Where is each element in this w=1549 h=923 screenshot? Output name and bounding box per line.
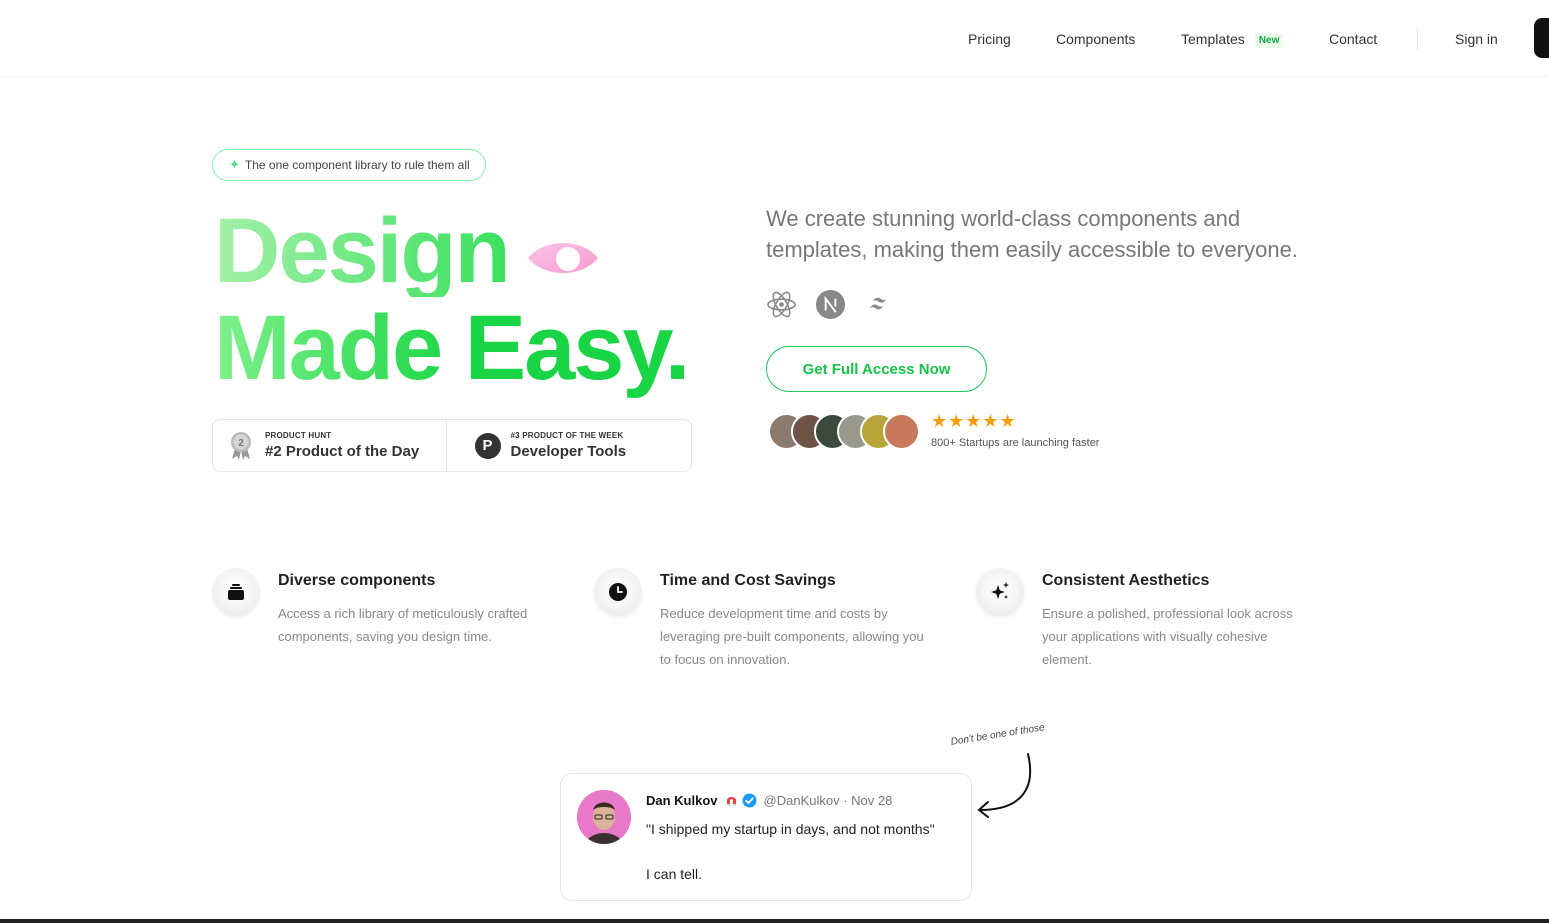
award-product-of-day[interactable]: 2 PRODUCT HUNT #2 Product of the Day xyxy=(213,420,446,471)
testimonial-tweet-card: Dan Kulkov @DanKulkov · Nov 28 "I shippe… xyxy=(560,773,972,901)
award-product-of-week[interactable]: P #3 PRODUCT OF THE WEEK Developer Tools xyxy=(445,420,692,471)
sparkle-icon: ✦ xyxy=(229,157,240,172)
nav-divider xyxy=(1417,28,1418,50)
clock-icon xyxy=(594,568,642,616)
sparkles-icon xyxy=(976,568,1024,616)
headline-line-1: Design xyxy=(214,200,511,302)
feature-desc: Reduce development time and costs by lev… xyxy=(660,606,924,667)
medal-number: 2 xyxy=(238,438,244,449)
feature-desc: Access a rich library of meticulously cr… xyxy=(278,606,528,644)
curved-arrow-icon xyxy=(977,753,1032,818)
tagline-pill: ✦ The one component library to rule them… xyxy=(212,149,486,181)
nav-cta-button[interactable] xyxy=(1534,18,1549,58)
tech-icons-row xyxy=(766,289,895,320)
new-badge: New xyxy=(1254,32,1284,48)
nav-link-templates[interactable]: Templates New xyxy=(1181,31,1284,48)
verified-badge-icon xyxy=(742,793,757,808)
avatar-stack xyxy=(768,413,920,450)
top-nav: Pricing Components Templates New Contact … xyxy=(0,0,1549,77)
rating-stars-icon: ★★★★★ xyxy=(931,411,1017,431)
social-proof-text: 800+ Startups are launching faster xyxy=(931,437,1100,449)
nav-link-contact[interactable]: Contact xyxy=(1329,31,1377,47)
magnet-icon xyxy=(726,797,736,806)
tweet-text: "I shipped my startup in days, and not m… xyxy=(646,821,935,837)
sign-in-link[interactable]: Sign in xyxy=(1455,31,1498,47)
headline-made: Made xyxy=(214,297,443,399)
hero-tagline: We create stunning world-class component… xyxy=(766,206,1298,262)
pill-text: The one component library to rule them a… xyxy=(244,158,470,172)
award-title: Developer Tools xyxy=(510,443,627,460)
react-icon xyxy=(766,289,797,320)
award-label: #3 PRODUCT OF THE WEEK xyxy=(510,431,624,440)
nav-link-pricing[interactable]: Pricing xyxy=(968,31,1011,47)
nav-link-templates-label: Templates xyxy=(1181,31,1245,47)
feature-title: Diverse components xyxy=(278,572,436,589)
tweet-author-name: Dan Kulkov xyxy=(646,793,718,808)
awards-box: 2 PRODUCT HUNT #2 Product of the Day P #… xyxy=(212,419,692,472)
bottom-divider xyxy=(0,919,1549,923)
tailwind-icon xyxy=(864,289,895,320)
nextjs-icon xyxy=(815,289,846,320)
avatar xyxy=(883,413,920,450)
feature-title: Time and Cost Savings xyxy=(660,572,836,589)
headline-easy: Easy. xyxy=(464,297,691,399)
tweet-annotation: Don't be one of those xyxy=(950,722,1046,748)
product-hunt-logo-icon: P xyxy=(474,432,501,459)
headline-line-2: Made Easy. xyxy=(214,302,690,394)
get-full-access-button[interactable]: Get Full Access Now xyxy=(766,346,987,392)
feature-desc: Ensure a polished, professional look acr… xyxy=(1042,606,1293,667)
tweet-handle-date: @DanKulkov · Nov 28 xyxy=(763,793,893,808)
avatar xyxy=(577,790,631,844)
nav-link-components[interactable]: Components xyxy=(1056,31,1135,47)
award-title: #2 Product of the Day xyxy=(265,443,420,460)
award-label: PRODUCT HUNT xyxy=(265,431,332,440)
tweet-author: Dan Kulkov @DanKulkov · Nov 28 xyxy=(646,793,892,808)
stack-icon xyxy=(212,568,260,616)
feature-title: Consistent Aesthetics xyxy=(1042,572,1210,589)
medal-icon: 2 xyxy=(231,431,251,460)
tweet-text: I can tell. xyxy=(646,866,703,882)
eye-icon xyxy=(528,243,598,273)
